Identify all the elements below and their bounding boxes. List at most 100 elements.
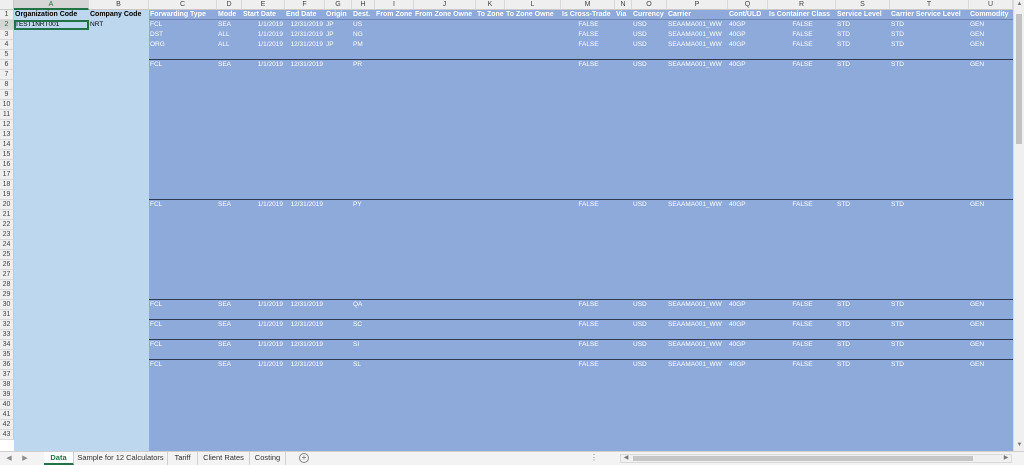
row-header-26[interactable]: 26: [0, 260, 14, 270]
spreadsheet-grid[interactable]: ABCDEFGHIJKLMNOPQRSTU 1 2 3 4 5 6 7 8 9 10 11 12 13 1…: [0, 0, 1013, 451]
cell-t4[interactable]: STD: [890, 40, 969, 50]
cell-r6[interactable]: FALSE: [768, 60, 836, 70]
cell-s20[interactable]: STD: [836, 200, 890, 210]
cell-s2[interactable]: STD: [836, 20, 890, 30]
column-header-l[interactable]: L: [505, 0, 561, 10]
cell-p36[interactable]: SEAAMA001_WW: [667, 360, 728, 370]
row-header-14[interactable]: 14: [0, 140, 14, 150]
header-cell-q[interactable]: Cont/ULD: [728, 10, 768, 20]
cell-d36[interactable]: SEA: [217, 360, 242, 370]
row-header-6[interactable]: 6: [0, 60, 14, 70]
cell-o4[interactable]: USD: [632, 40, 667, 50]
cell-c6[interactable]: FCL: [149, 60, 217, 70]
row-header-34[interactable]: 34: [0, 340, 14, 350]
cell-d6[interactable]: SEA: [217, 60, 242, 70]
row-header-37[interactable]: 37: [0, 370, 14, 380]
column-header-g[interactable]: G: [325, 0, 352, 10]
cell-e30[interactable]: 1/1/2019: [242, 300, 285, 310]
cell-e2[interactable]: 1/1/2019: [242, 20, 285, 30]
row-header-30[interactable]: 30: [0, 300, 14, 310]
cell-h30[interactable]: QA: [352, 300, 375, 310]
row-header-32[interactable]: 32: [0, 320, 14, 330]
row-header-3[interactable]: 3: [0, 30, 14, 40]
row-header-21[interactable]: 21: [0, 210, 14, 220]
cell-f4[interactable]: 12/31/2019: [285, 40, 325, 50]
cell-h20[interactable]: PY: [352, 200, 375, 210]
row-header-15[interactable]: 15: [0, 150, 14, 160]
column-header-b[interactable]: B: [89, 0, 149, 10]
cell-f6[interactable]: 12/31/2019: [285, 60, 325, 70]
cell-r3[interactable]: FALSE: [768, 30, 836, 40]
cell-r4[interactable]: FALSE: [768, 40, 836, 50]
cell-m4[interactable]: FALSE: [561, 40, 615, 50]
cell-s36[interactable]: STD: [836, 360, 890, 370]
cell-p20[interactable]: SEAAMA001_WW: [667, 200, 728, 210]
cell-g32[interactable]: [325, 320, 352, 330]
column-header-e[interactable]: E: [242, 0, 285, 10]
cell-m30[interactable]: FALSE: [561, 300, 615, 310]
row-header-36[interactable]: 36: [0, 360, 14, 370]
cell-u4[interactable]: GEN: [969, 40, 1013, 50]
cell-b2[interactable]: NRT: [89, 20, 149, 30]
cell-m32[interactable]: FALSE: [561, 320, 615, 330]
row-header-29[interactable]: 29: [0, 290, 14, 300]
cell-q30[interactable]: 40GP: [728, 300, 768, 310]
row-header-24[interactable]: 24: [0, 240, 14, 250]
header-cell-r[interactable]: Is Container Class: [768, 10, 836, 20]
cell-u32[interactable]: GEN: [969, 320, 1013, 330]
row-header-9[interactable]: 9: [0, 90, 14, 100]
header-cell-k[interactable]: To Zone: [476, 10, 505, 20]
header-cell-i[interactable]: From Zone: [375, 10, 414, 20]
cell-f20[interactable]: 12/31/2019: [285, 200, 325, 210]
cell-q2[interactable]: 40GP: [728, 20, 768, 30]
column-header-o[interactable]: O: [632, 0, 667, 10]
cell-m20[interactable]: FALSE: [561, 200, 615, 210]
cell-u6[interactable]: GEN: [969, 60, 1013, 70]
cell-d3[interactable]: ALL: [217, 30, 242, 40]
header-cell-c[interactable]: Forwarding Type: [149, 10, 217, 20]
header-cell-d[interactable]: Mode: [217, 10, 242, 20]
cell-h36[interactable]: SL: [352, 360, 375, 370]
cell-t36[interactable]: STD: [890, 360, 969, 370]
cell-t20[interactable]: STD: [890, 200, 969, 210]
row-header-5[interactable]: 5: [0, 50, 14, 60]
cell-m6[interactable]: FALSE: [561, 60, 615, 70]
cell-s4[interactable]: STD: [836, 40, 890, 50]
sheet-tab-data[interactable]: Data: [44, 452, 74, 465]
cell-c20[interactable]: FCL: [149, 200, 217, 210]
cell-u30[interactable]: GEN: [969, 300, 1013, 310]
header-cell-j[interactable]: From Zone Owne: [414, 10, 476, 20]
cell-q34[interactable]: 40GP: [728, 340, 768, 350]
cell-q4[interactable]: 40GP: [728, 40, 768, 50]
sheet-tab-tariff[interactable]: Tariff: [168, 452, 198, 465]
chevron-left-icon[interactable]: ◀: [4, 454, 14, 464]
cell-d2[interactable]: SEA: [217, 20, 242, 30]
cell-t34[interactable]: STD: [890, 340, 969, 350]
header-cell-l[interactable]: To Zone Owne: [505, 10, 561, 20]
cell-q32[interactable]: 40GP: [728, 320, 768, 330]
plus-circle-icon[interactable]: +: [299, 453, 309, 463]
row-header-39[interactable]: 39: [0, 390, 14, 400]
cell-c30[interactable]: FCL: [149, 300, 217, 310]
cell-m2[interactable]: FALSE: [561, 20, 615, 30]
cell-h2[interactable]: US: [352, 20, 375, 30]
cell-e3[interactable]: 1/1/2019: [242, 30, 285, 40]
cell-g34[interactable]: [325, 340, 352, 350]
cell-s32[interactable]: STD: [836, 320, 890, 330]
row-header-40[interactable]: 40: [0, 400, 14, 410]
row-header-20[interactable]: 20: [0, 200, 14, 210]
row-header-27[interactable]: 27: [0, 270, 14, 280]
column-header-u[interactable]: U: [969, 0, 1013, 10]
header-cell-p[interactable]: Carrier: [667, 10, 728, 20]
cell-f3[interactable]: 12/31/2019: [285, 30, 325, 40]
column-header-d[interactable]: D: [217, 0, 242, 10]
header-cell-n[interactable]: Via: [615, 10, 632, 20]
row-header-18[interactable]: 18: [0, 180, 14, 190]
vertical-scroll-thumb[interactable]: [1016, 14, 1022, 144]
row-header-35[interactable]: 35: [0, 350, 14, 360]
cell-d32[interactable]: SEA: [217, 320, 242, 330]
cell-h32[interactable]: SC: [352, 320, 375, 330]
header-cell-o[interactable]: Currency: [632, 10, 667, 20]
scroll-up-icon[interactable]: ▲: [1016, 1, 1023, 8]
row-header-19[interactable]: 19: [0, 190, 14, 200]
